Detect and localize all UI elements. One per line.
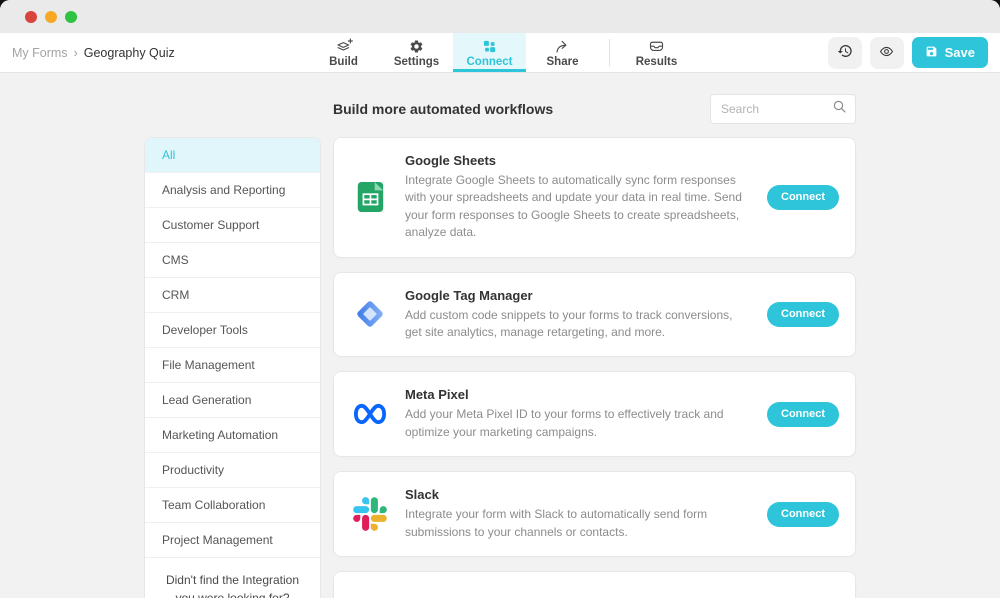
integration-title: Slack bbox=[405, 487, 752, 502]
google-tag-manager-icon bbox=[350, 296, 390, 332]
slack-icon bbox=[350, 497, 390, 531]
maximize-window-button[interactable] bbox=[65, 11, 77, 23]
integration-card-partial bbox=[333, 571, 856, 598]
content-header: Build more automated workflows bbox=[144, 94, 856, 124]
results-inbox-icon bbox=[648, 38, 665, 54]
integration-card-google-tag-manager: Google Tag Manager Add custom code snipp… bbox=[333, 272, 856, 358]
sidebar-item-analysis-and-reporting[interactable]: Analysis and Reporting bbox=[145, 173, 320, 208]
save-button[interactable]: Save bbox=[912, 37, 988, 68]
sidebar-footer: Didn't find the Integration you were loo… bbox=[145, 558, 320, 598]
google-sheets-icon bbox=[350, 180, 390, 214]
tab-settings-label: Settings bbox=[394, 56, 439, 68]
sidebar-item-file-management[interactable]: File Management bbox=[145, 348, 320, 383]
tab-share-label: Share bbox=[547, 56, 579, 68]
sidebar-item-cms[interactable]: CMS bbox=[145, 243, 320, 278]
connect-meta-pixel-button[interactable]: Connect bbox=[767, 402, 839, 427]
search-input[interactable] bbox=[721, 102, 832, 116]
gear-icon bbox=[409, 38, 424, 54]
integration-title: Google Tag Manager bbox=[405, 288, 752, 303]
integration-card-meta-pixel: Meta Pixel Add your Meta Pixel ID to you… bbox=[333, 371, 856, 457]
breadcrumb: My Forms › Geography Quiz bbox=[12, 33, 175, 72]
breadcrumb-form-name: Geography Quiz bbox=[84, 46, 175, 60]
tab-results-label: Results bbox=[636, 56, 678, 68]
connect-page-content: Build more automated workflows All Analy… bbox=[144, 94, 856, 598]
meta-pixel-icon bbox=[350, 402, 390, 426]
build-icon bbox=[335, 38, 353, 54]
sidebar-item-all[interactable]: All bbox=[145, 138, 320, 173]
page-title: Build more automated workflows bbox=[333, 101, 553, 117]
top-navigation-bar: My Forms › Geography Quiz Build Se bbox=[0, 33, 1000, 73]
integration-list: Google Sheets Integrate Google Sheets to… bbox=[333, 137, 856, 598]
traffic-lights bbox=[25, 11, 77, 23]
sidebar-item-crm[interactable]: CRM bbox=[145, 278, 320, 313]
sidebar-item-project-management[interactable]: Project Management bbox=[145, 523, 320, 558]
connect-icon bbox=[482, 38, 497, 54]
tab-share[interactable]: Share bbox=[526, 33, 599, 72]
minimize-window-button[interactable] bbox=[45, 11, 57, 23]
save-disk-icon bbox=[925, 45, 938, 61]
sidebar-item-customer-support[interactable]: Customer Support bbox=[145, 208, 320, 243]
integration-card-google-sheets: Google Sheets Integrate Google Sheets to… bbox=[333, 137, 856, 258]
sidebar-item-team-collaboration[interactable]: Team Collaboration bbox=[145, 488, 320, 523]
connect-google-tag-manager-button[interactable]: Connect bbox=[767, 302, 839, 327]
share-icon bbox=[554, 38, 571, 54]
tab-settings[interactable]: Settings bbox=[380, 33, 453, 72]
connect-google-sheets-button[interactable]: Connect bbox=[767, 185, 839, 210]
tab-results[interactable]: Results bbox=[620, 33, 693, 72]
tab-connect[interactable]: Connect bbox=[453, 33, 526, 72]
integration-description: Integrate Google Sheets to automatically… bbox=[405, 172, 752, 242]
breadcrumb-my-forms[interactable]: My Forms bbox=[12, 46, 68, 60]
integration-card-slack: Slack Integrate your form with Slack to … bbox=[333, 471, 856, 557]
integration-description: Add custom code snippets to your forms t… bbox=[405, 307, 752, 342]
eye-icon bbox=[878, 44, 895, 62]
search-icon bbox=[832, 99, 847, 119]
integration-title: Google Sheets bbox=[405, 153, 752, 168]
integration-description: Integrate your form with Slack to automa… bbox=[405, 506, 752, 541]
history-icon bbox=[837, 43, 853, 62]
tab-build[interactable]: Build bbox=[307, 33, 380, 72]
preview-button[interactable] bbox=[870, 37, 904, 69]
tab-divider bbox=[609, 39, 610, 66]
integration-title: Meta Pixel bbox=[405, 387, 752, 402]
window-titlebar bbox=[0, 0, 1000, 33]
breadcrumb-separator: › bbox=[74, 46, 78, 60]
close-window-button[interactable] bbox=[25, 11, 37, 23]
connect-slack-button[interactable]: Connect bbox=[767, 502, 839, 527]
sidebar-item-developer-tools[interactable]: Developer Tools bbox=[145, 313, 320, 348]
save-button-label: Save bbox=[945, 45, 975, 60]
top-actions: Save bbox=[828, 33, 988, 72]
sidebar-item-lead-generation[interactable]: Lead Generation bbox=[145, 383, 320, 418]
app-window: My Forms › Geography Quiz Build Se bbox=[0, 0, 1000, 598]
category-sidebar: All Analysis and Reporting Customer Supp… bbox=[144, 137, 321, 598]
sidebar-footer-text: Didn't find the Integration you were loo… bbox=[163, 571, 302, 598]
integration-search-box[interactable] bbox=[710, 94, 856, 124]
integration-description: Add your Meta Pixel ID to your forms to … bbox=[405, 406, 752, 441]
tab-connect-label: Connect bbox=[467, 56, 513, 68]
revision-history-button[interactable] bbox=[828, 37, 862, 69]
nav-tabs: Build Settings bbox=[307, 33, 693, 72]
tab-build-label: Build bbox=[329, 56, 358, 68]
sidebar-item-productivity[interactable]: Productivity bbox=[145, 453, 320, 488]
sidebar-item-marketing-automation[interactable]: Marketing Automation bbox=[145, 418, 320, 453]
